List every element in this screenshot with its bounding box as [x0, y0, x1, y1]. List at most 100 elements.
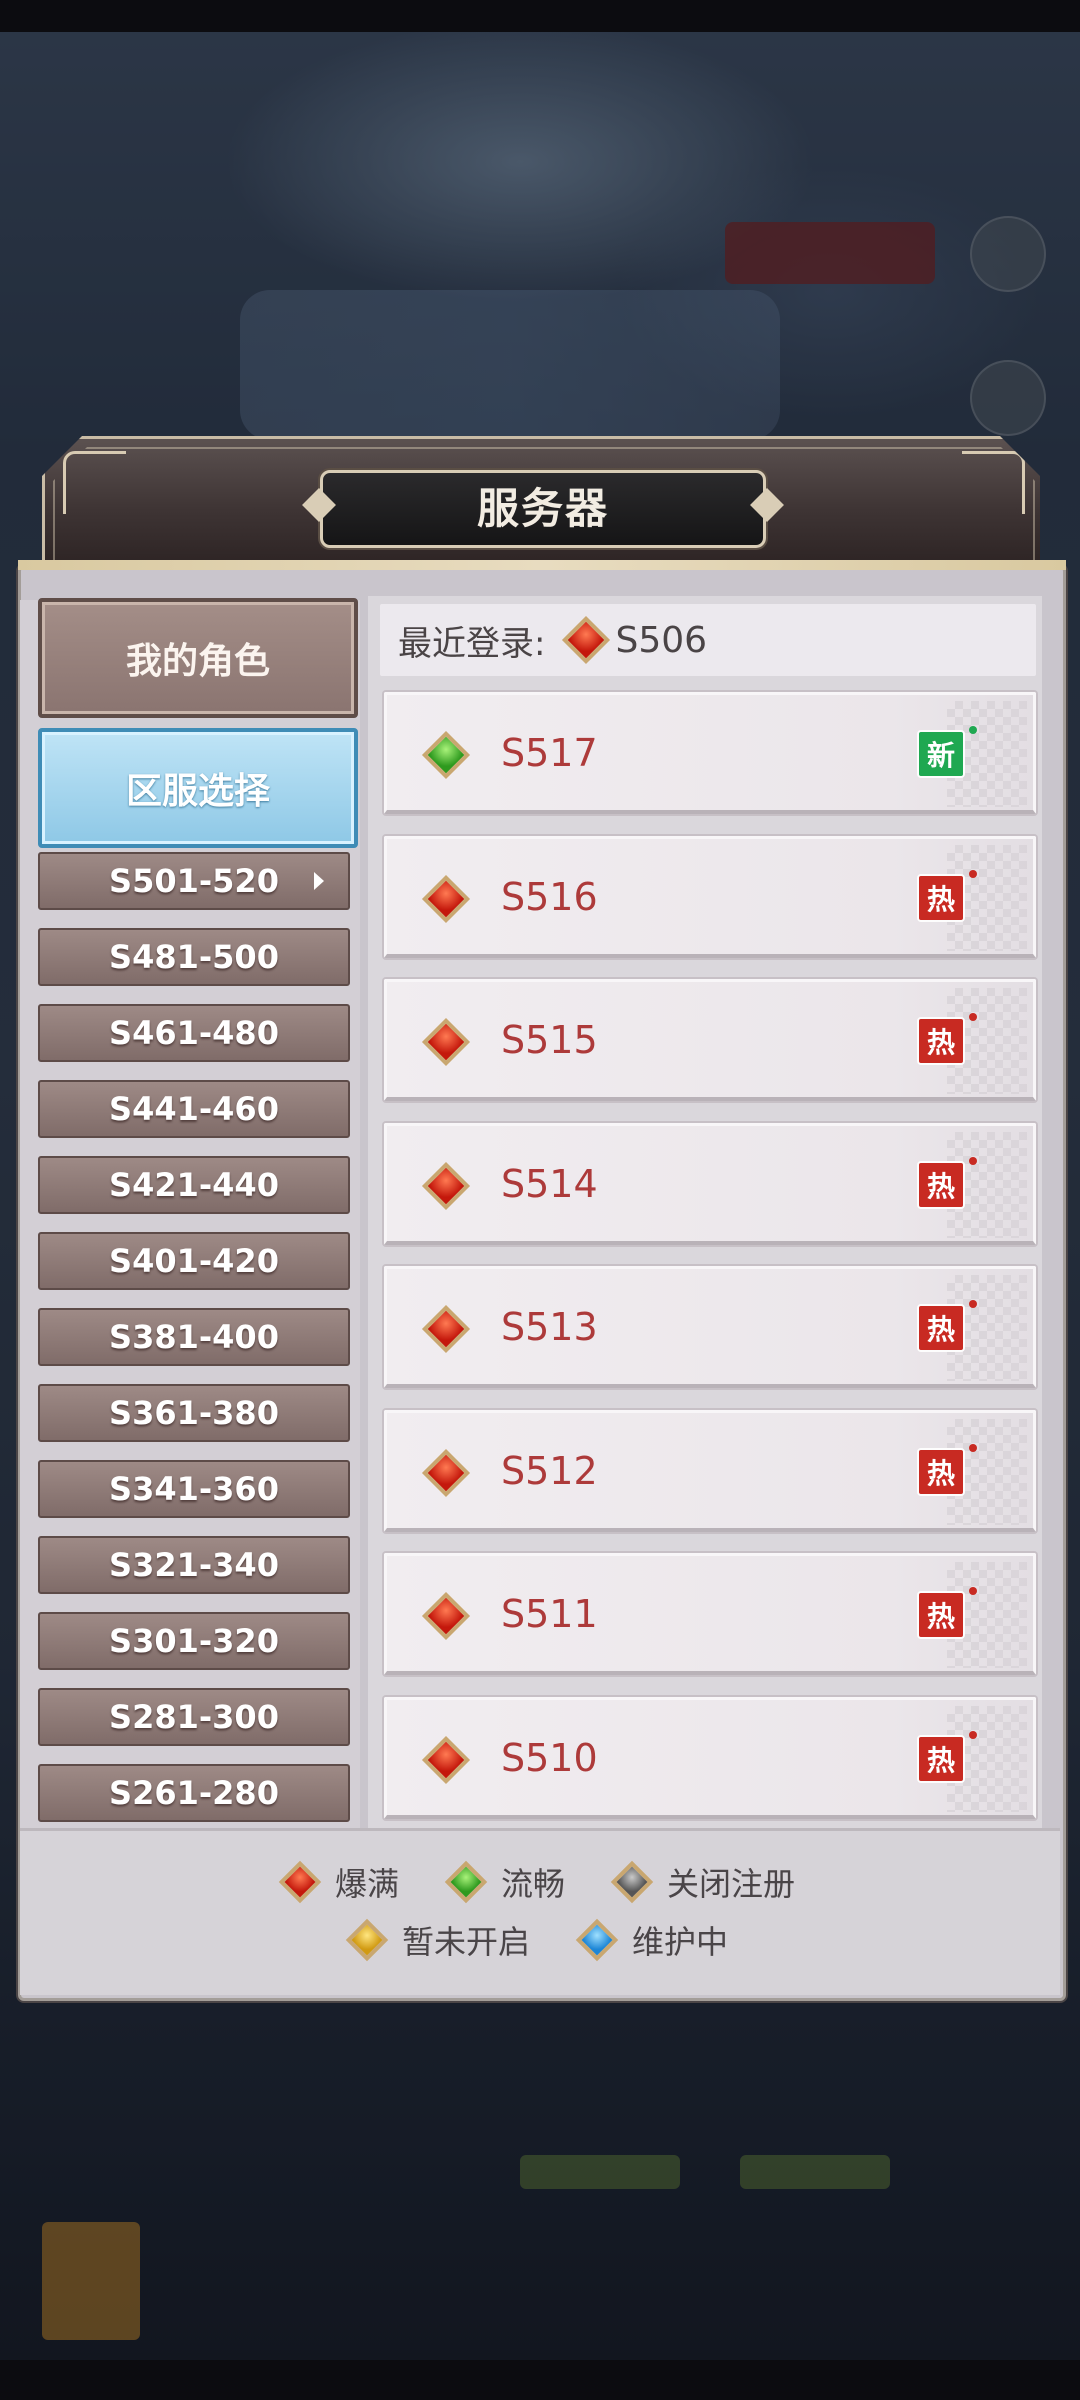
hot-tag-badge: 热 — [917, 1587, 977, 1639]
server-name: S510 — [501, 1735, 598, 1780]
range-item[interactable]: S381-400 — [38, 1308, 350, 1366]
legend-label: 维护中 — [632, 1923, 729, 1961]
title-plate: 服务器 — [320, 470, 766, 548]
hot-tag-badge: 热 — [917, 869, 977, 922]
tag-text: 热 — [926, 1313, 955, 1346]
range-label: S281-300 — [109, 1698, 279, 1736]
server-name: S512 — [501, 1448, 598, 1493]
tag-dot-icon — [969, 1443, 977, 1452]
range-label: S261-280 — [109, 1774, 279, 1812]
status-red-gem-icon — [421, 1448, 471, 1497]
tag-text: 热 — [926, 1169, 955, 1203]
status-red-gem-icon — [421, 1304, 471, 1354]
range-label: S301-320 — [109, 1622, 279, 1660]
server-card[interactable]: S517 新 — [384, 692, 1036, 814]
tag-dot-icon — [969, 1730, 977, 1739]
range-item[interactable]: S341-360 — [38, 1460, 350, 1518]
tag-dot-icon — [969, 1300, 977, 1308]
tag-text: 热 — [926, 1026, 955, 1059]
status-red-gem-icon — [421, 1161, 471, 1210]
range-item[interactable]: S461-480 — [38, 1004, 350, 1062]
status-green-gem-icon — [444, 1860, 488, 1904]
legend-item: 流畅 — [444, 1859, 565, 1905]
corner-ornament — [962, 451, 1025, 514]
tag-dot-icon — [969, 869, 977, 878]
server-name: S515 — [501, 1018, 598, 1062]
hot-tag-badge: 热 — [917, 1443, 977, 1496]
status-red-gem-icon — [421, 1591, 471, 1641]
range-item[interactable]: S421-440 — [38, 1156, 350, 1214]
status-red-gem-icon — [278, 1860, 322, 1904]
server-name: S513 — [501, 1305, 598, 1349]
legend-label: 暂未开启 — [401, 1923, 530, 1961]
range-label: S361-380 — [109, 1394, 279, 1432]
zone-select-button[interactable]: 区服选择 — [38, 728, 358, 848]
legend-item: 爆满 — [278, 1859, 399, 1905]
range-item[interactable]: S261-280 — [38, 1764, 350, 1822]
status-red-gem-icon — [562, 615, 611, 665]
status-red-gem-icon — [421, 1017, 471, 1067]
legend-label: 爆满 — [334, 1865, 399, 1903]
range-label: S421-440 — [109, 1166, 279, 1204]
chevron-right-icon — [314, 872, 324, 890]
range-label: S401-420 — [109, 1242, 279, 1280]
dialog-title: 服务器 — [476, 484, 609, 533]
server-name: S514 — [501, 1161, 598, 1206]
server-card[interactable]: S512 热 — [384, 1409, 1036, 1532]
legend-item: 关闭注册 — [610, 1859, 796, 1905]
legend-item: 维护中 — [575, 1917, 729, 1963]
legend-row: 暂未开启 维护中 — [20, 1917, 1060, 1963]
server-card[interactable]: S511 热 — [384, 1553, 1036, 1675]
range-item[interactable]: S401-420 — [38, 1232, 350, 1290]
legend-item: 暂未开启 — [345, 1917, 530, 1963]
recent-login-bar[interactable]: 最近登录: S506 — [380, 604, 1036, 676]
range-item[interactable]: S301-320 — [38, 1612, 350, 1670]
new-tag-badge: 新 — [917, 726, 977, 778]
server-card[interactable]: S516 热 — [384, 835, 1036, 958]
range-label: S341-360 — [109, 1470, 279, 1508]
tag-text: 热 — [926, 1456, 955, 1490]
legend-label: 流畅 — [500, 1865, 565, 1903]
status-green-gem-icon — [421, 730, 471, 780]
my-characters-button[interactable]: 我的角色 — [38, 598, 358, 718]
status-legend: 爆满 流畅 关闭注册 暂未开启 维护中 — [20, 1828, 1060, 1995]
tag-text: 新 — [926, 739, 955, 772]
range-label: S461-480 — [109, 1014, 279, 1052]
recent-server-name: S506 — [615, 619, 708, 661]
range-item[interactable]: S281-300 — [38, 1688, 350, 1746]
status-red-gem-icon — [421, 874, 471, 923]
range-item[interactable]: S321-340 — [38, 1536, 350, 1594]
range-label: S501-520 — [109, 862, 279, 900]
hot-tag-badge: 热 — [917, 1730, 977, 1783]
panel-trim — [18, 560, 1066, 570]
server-card[interactable]: S515 热 — [384, 979, 1036, 1101]
range-item[interactable]: S501-520 — [38, 852, 350, 910]
tag-text: 热 — [926, 1743, 955, 1777]
server-name: S517 — [501, 731, 598, 775]
status-red-gem-icon — [421, 1735, 471, 1784]
corner-ornament — [63, 451, 126, 514]
range-label: S441-460 — [109, 1090, 279, 1128]
range-label: S321-340 — [109, 1546, 279, 1584]
status-gray-gem-icon — [610, 1860, 654, 1904]
server-card[interactable]: S514 热 — [384, 1122, 1036, 1245]
tag-dot-icon — [969, 1013, 977, 1021]
tag-dot-icon — [969, 1156, 977, 1165]
legend-row: 爆满 流畅 关闭注册 — [20, 1859, 1060, 1905]
range-item[interactable]: S441-460 — [38, 1080, 350, 1138]
tag-text: 热 — [926, 882, 955, 916]
range-item[interactable]: S361-380 — [38, 1384, 350, 1442]
server-name: S511 — [501, 1592, 598, 1636]
legend-label: 关闭注册 — [667, 1865, 796, 1903]
range-item[interactable]: S481-500 — [38, 928, 350, 986]
server-card[interactable]: S513 热 — [384, 1266, 1036, 1388]
tag-text: 热 — [926, 1600, 955, 1633]
status-blue-gem-icon — [575, 1918, 619, 1962]
tag-dot-icon — [969, 1587, 977, 1595]
hot-tag-badge: 热 — [917, 1300, 977, 1352]
hot-tag-badge: 热 — [917, 1156, 977, 1209]
server-card[interactable]: S510 热 — [384, 1696, 1036, 1819]
status-yellow-gem-icon — [345, 1918, 389, 1962]
range-label: S481-500 — [109, 938, 279, 976]
server-name: S516 — [501, 874, 598, 919]
